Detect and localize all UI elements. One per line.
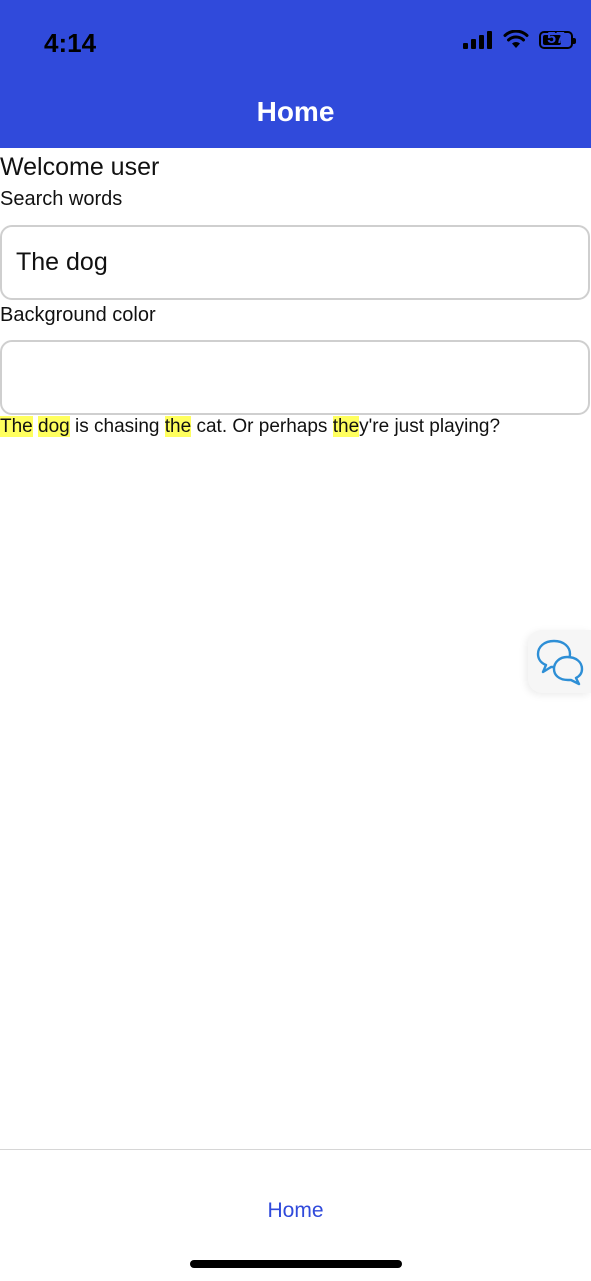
page-title: Home: [256, 96, 335, 127]
status-time: 4:14: [44, 28, 97, 58]
status-icons: 57: [463, 29, 576, 49]
tab-bar: Home: [0, 1149, 591, 1281]
background-color-input[interactable]: [0, 340, 590, 415]
battery-icon: 57: [539, 29, 576, 49]
highlighted-word: the: [332, 416, 360, 437]
highlighted-sentence: The dog is chasing the cat. Or perhaps t…: [0, 416, 501, 437]
cellular-signal-icon: [463, 30, 492, 49]
battery-level: 57: [547, 29, 565, 47]
background-color-label: Background color: [0, 304, 156, 326]
home-indicator: [190, 1260, 402, 1268]
main-content: Welcome user Search words The dog Backgr…: [0, 152, 591, 440]
highlighted-word: dog: [38, 416, 70, 437]
tab-home[interactable]: Home: [0, 1199, 591, 1223]
search-words-label: Search words: [0, 188, 123, 210]
search-words-input[interactable]: The dog: [0, 225, 590, 300]
wifi-icon: [503, 30, 529, 48]
welcome-text: Welcome user: [0, 153, 160, 181]
chat-button[interactable]: [528, 630, 591, 693]
highlighted-word: The: [0, 416, 33, 437]
chat-bubbles-icon: [536, 639, 583, 685]
app-header: 4:14 57 Home: [0, 0, 591, 148]
highlighted-word: the: [164, 416, 192, 437]
